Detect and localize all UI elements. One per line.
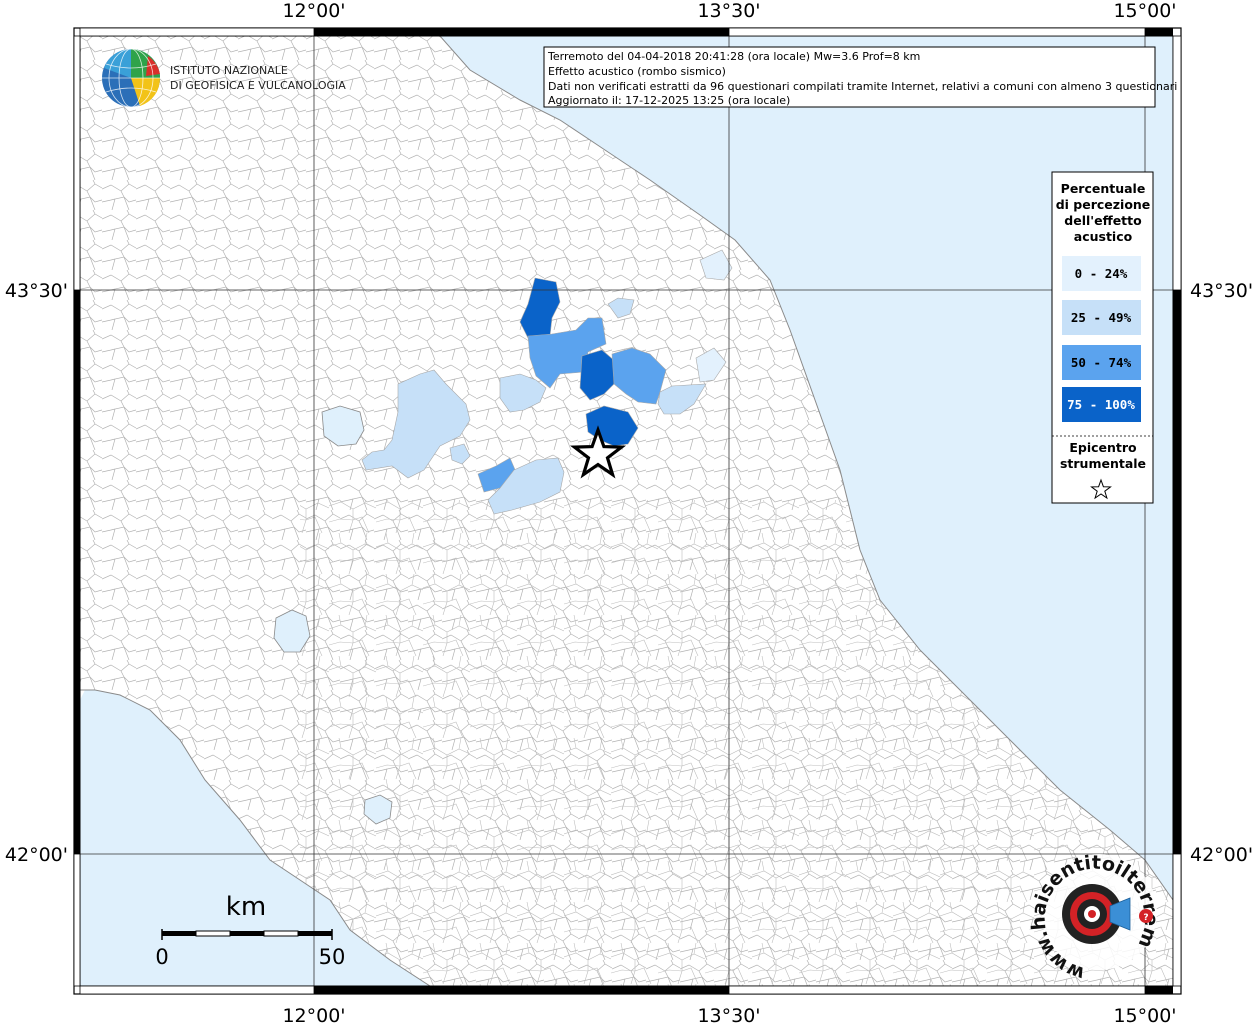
legend-title-1: Percentuale	[1061, 181, 1146, 196]
svg-text:?: ?	[1143, 913, 1148, 923]
info-line3: Dati non verificati estratti da 96 quest…	[548, 80, 1177, 93]
info-line2: Effetto acustico (rombo sismico)	[548, 65, 726, 78]
lat-tick-left-1: 43°30'	[5, 280, 68, 302]
event-info-box: Terremoto del 04-04-2018 20:41:28 (ora l…	[543, 46, 1177, 108]
legend-label-4: 75 - 100%	[1067, 397, 1135, 412]
lon-tick-top-2: 13°30'	[697, 0, 760, 22]
lat-tick-right-1: 43°30'	[1190, 280, 1253, 302]
info-line1: Terremoto del 04-04-2018 20:41:28 (ora l…	[547, 50, 920, 63]
logo-line2: DI GEOFISICA E VULCANOLOGIA	[170, 79, 346, 92]
legend-epicenter-1: Epicentro	[1069, 440, 1137, 455]
lat-tick-right-2: 42°00'	[1190, 844, 1253, 866]
lon-tick-bottom-1: 12°00'	[282, 1005, 345, 1024]
scale-min: 0	[155, 945, 168, 969]
legend-label-3: 50 - 74%	[1071, 355, 1132, 370]
macroseismic-map: 12°00' 13°30' 15°00' 12°00' 13°30' 15°00…	[0, 0, 1253, 1024]
legend-title-2: di percezione	[1056, 197, 1151, 212]
lon-tick-bottom-3: 15°00'	[1113, 1005, 1176, 1024]
globe-icon	[102, 48, 161, 108]
logo-line1: ISTITUTO NAZIONALE	[170, 64, 288, 77]
scale-max: 50	[319, 945, 346, 969]
legend-label-2: 25 - 49%	[1071, 310, 1132, 325]
legend: Percentuale di percezione dell'effetto a…	[1051, 171, 1154, 504]
legend-title-3: dell'effetto	[1064, 213, 1142, 228]
lon-tick-top-3: 15°00'	[1113, 0, 1176, 22]
map-body	[80, 36, 1173, 986]
lat-tick-left-2: 42°00'	[5, 844, 68, 866]
legend-title-4: acustico	[1074, 229, 1133, 244]
info-line4: Aggiornato il: 17-12-2025 13:25 (ora loc…	[548, 94, 790, 107]
lon-tick-top-1: 12°00'	[282, 0, 345, 22]
legend-epicenter-2: strumentale	[1060, 456, 1146, 471]
lon-tick-bottom-2: 13°30'	[697, 1005, 760, 1024]
legend-label-1: 0 - 24%	[1075, 266, 1128, 281]
scale-unit: km	[226, 892, 266, 922]
